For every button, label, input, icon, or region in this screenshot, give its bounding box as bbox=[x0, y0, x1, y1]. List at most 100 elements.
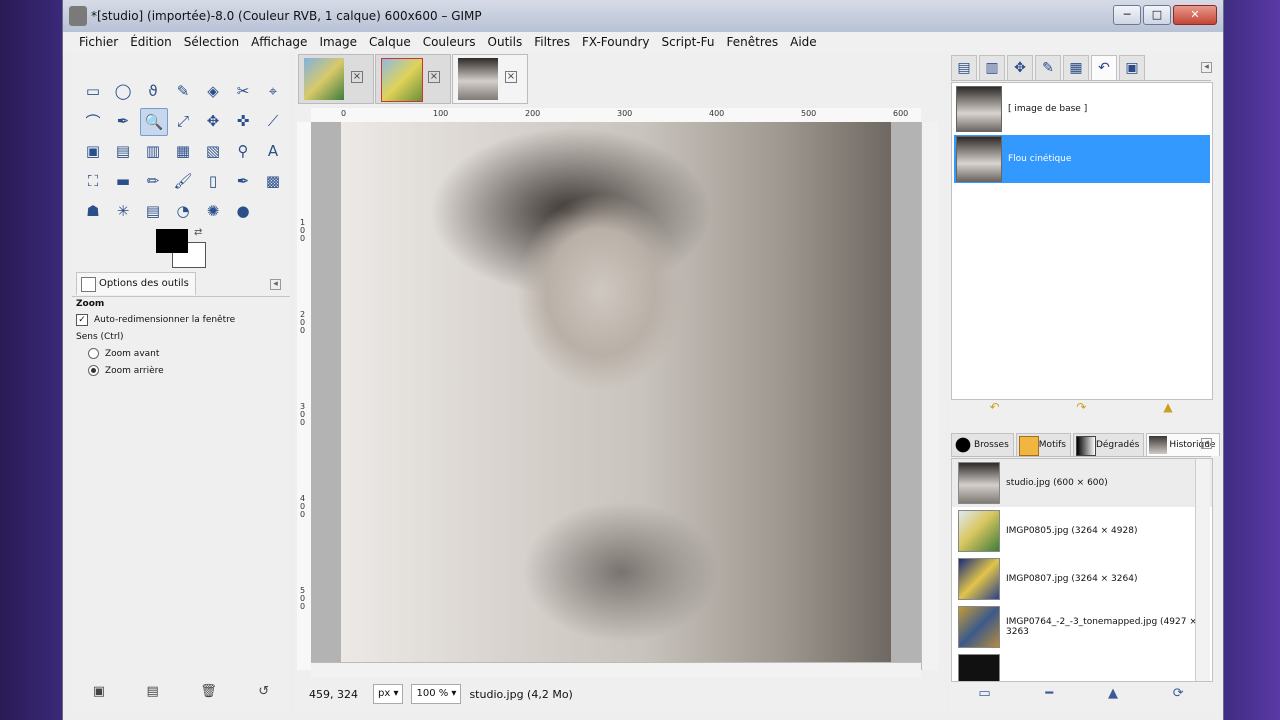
clear-history-icon[interactable]: ▲ bbox=[1163, 400, 1172, 418]
horizontal-ruler[interactable]: 0 100 200 300 400 500 600 bbox=[311, 108, 921, 123]
menu-image[interactable]: Image bbox=[313, 32, 363, 52]
close-tab-icon[interactable]: × bbox=[351, 71, 363, 83]
tab-channels-icon[interactable]: ▥ bbox=[979, 55, 1005, 80]
remove-entry-icon[interactable]: ━ bbox=[1045, 686, 1053, 701]
clear-entries-icon[interactable]: ▲ bbox=[1108, 686, 1118, 701]
horizontal-scrollbar[interactable] bbox=[311, 662, 921, 677]
tool-button[interactable]: 🔍 bbox=[140, 108, 168, 136]
image-tab-3[interactable]: × bbox=[452, 54, 528, 104]
menu-filtres[interactable]: Filtres bbox=[528, 32, 576, 52]
tool-button[interactable]: ✒ bbox=[110, 108, 136, 134]
maximize-button[interactable]: □ bbox=[1143, 5, 1171, 25]
tool-button[interactable]: ▤ bbox=[110, 138, 136, 164]
refresh-previews-icon[interactable]: ⟳ bbox=[1173, 686, 1184, 701]
tool-button[interactable]: ▧ bbox=[200, 138, 226, 164]
menu-affichage[interactable]: Affichage bbox=[245, 32, 313, 52]
zoom-in-radio[interactable] bbox=[88, 348, 99, 359]
tool-button[interactable]: ▭ bbox=[80, 78, 106, 104]
zoom-in-row[interactable]: Zoom avant bbox=[76, 348, 235, 359]
resources-menu-icon[interactable]: ◂ bbox=[1201, 438, 1212, 449]
history-file-item[interactable]: studio.jpg (600 × 600) bbox=[952, 459, 1212, 507]
tool-button[interactable]: ◔ bbox=[170, 198, 196, 224]
history-file-item[interactable]: IMGP0807.jpg (3264 × 3264) bbox=[952, 555, 1212, 603]
menu-outils[interactable]: Outils bbox=[482, 32, 529, 52]
history-file-item[interactable]: IMGP0805.jpg (3264 × 4928) bbox=[952, 507, 1212, 555]
tool-button[interactable]: 🖌 bbox=[170, 168, 196, 194]
tool-button[interactable]: ▣ bbox=[80, 138, 106, 164]
tool-options-menu-icon[interactable]: ◂ bbox=[270, 279, 281, 290]
tab-layers-icon[interactable]: ▤ bbox=[951, 55, 977, 80]
auto-resize-checkbox[interactable]: ✓ bbox=[76, 314, 88, 326]
tab-brushes-icon[interactable]: ✎ bbox=[1035, 55, 1061, 80]
image-canvas[interactable] bbox=[311, 122, 921, 670]
tool-button[interactable]: ✎ bbox=[170, 78, 196, 104]
tab-image-icon[interactable]: ▣ bbox=[1119, 55, 1145, 80]
tool-button[interactable]: ✺ bbox=[200, 198, 226, 224]
tab-motifs[interactable]: Motifs bbox=[1015, 433, 1071, 456]
tool-button[interactable]: ▯ bbox=[200, 168, 226, 194]
restore-options-icon[interactable]: ▤ bbox=[147, 684, 159, 699]
menu-script-fu[interactable]: Script-Fu bbox=[656, 32, 721, 52]
tool-button[interactable]: ✒ bbox=[230, 168, 256, 194]
tool-button[interactable]: A bbox=[260, 138, 286, 164]
tool-button[interactable]: ▦ bbox=[170, 138, 196, 164]
tab-tool-options[interactable]: Options des outils bbox=[76, 272, 196, 295]
foreground-color-swatch[interactable] bbox=[156, 229, 188, 253]
menu-fichier[interactable]: Fichier bbox=[73, 32, 124, 52]
menu-aide[interactable]: Aide bbox=[784, 32, 823, 52]
tab-histogram-icon[interactable]: ▦ bbox=[1063, 55, 1089, 80]
tool-button[interactable]: ⤢ bbox=[170, 108, 196, 134]
tool-button[interactable]: ▩ bbox=[260, 168, 286, 194]
tool-button[interactable]: ⚲ bbox=[230, 138, 256, 164]
redo-icon[interactable]: ↷ bbox=[1076, 400, 1086, 418]
tool-button[interactable]: ▬ bbox=[110, 168, 136, 194]
history-file-item[interactable]: IMGP0764_-2_-3_tonemapped.jpg (4927 × 32… bbox=[952, 603, 1212, 651]
tool-button[interactable]: ⟋ bbox=[260, 108, 286, 134]
tool-button[interactable]: ✜ bbox=[230, 108, 256, 134]
menu-fenetres[interactable]: Fenêtres bbox=[721, 32, 785, 52]
tool-button[interactable]: ◯ bbox=[110, 78, 136, 104]
tool-button[interactable]: ▥ bbox=[140, 138, 166, 164]
tab-paths-icon[interactable]: ✥ bbox=[1007, 55, 1033, 80]
tab-brosses[interactable]: Brosses bbox=[951, 433, 1014, 456]
tool-button[interactable]: ◈ bbox=[200, 78, 226, 104]
minimize-button[interactable]: ─ bbox=[1113, 5, 1141, 25]
tab-undo-history-icon[interactable]: ↶ bbox=[1091, 55, 1117, 80]
menu-fx-foundry[interactable]: FX-Foundry bbox=[576, 32, 656, 52]
menu-edition[interactable]: Édition bbox=[124, 32, 178, 52]
tool-button[interactable]: ✥ bbox=[200, 108, 226, 134]
save-options-icon[interactable]: ▣ bbox=[93, 684, 105, 699]
open-image-icon[interactable]: ▭ bbox=[978, 686, 990, 701]
history-scrollbar[interactable] bbox=[1195, 459, 1210, 681]
zoom-out-row[interactable]: Zoom arrière bbox=[76, 365, 235, 376]
dock-menu-icon[interactable]: ◂ bbox=[1201, 62, 1212, 73]
tool-button[interactable]: ✂ bbox=[230, 78, 256, 104]
menu-selection[interactable]: Sélection bbox=[178, 32, 245, 52]
unit-select[interactable]: px ▾ bbox=[373, 684, 404, 704]
image-tab-2[interactable]: × bbox=[375, 54, 451, 104]
undo-icon[interactable]: ↶ bbox=[989, 400, 999, 418]
tool-button[interactable]: ✏ bbox=[140, 168, 166, 194]
tab-degrades[interactable]: Dégradés bbox=[1072, 433, 1145, 456]
swap-colors-icon[interactable]: ⇄ bbox=[194, 227, 202, 238]
title-bar[interactable]: *[studio] (importée)-8.0 (Couleur RVB, 1… bbox=[63, 0, 1223, 33]
tool-button[interactable]: ϑ bbox=[140, 78, 166, 104]
auto-resize-row[interactable]: ✓ Auto-redimensionner la fenêtre bbox=[76, 314, 235, 326]
image-tab-1[interactable]: × bbox=[298, 54, 374, 104]
vertical-scrollbar[interactable] bbox=[921, 122, 938, 670]
menu-calque[interactable]: Calque bbox=[363, 32, 417, 52]
zoom-select[interactable]: 100 % ▾ bbox=[411, 684, 462, 704]
tool-button[interactable]: ☗ bbox=[80, 198, 106, 224]
delete-options-icon[interactable]: 🗑 bbox=[200, 684, 217, 699]
history-item-motion-blur[interactable]: Flou cinétique bbox=[954, 135, 1210, 183]
tool-button[interactable]: ⌖ bbox=[260, 78, 286, 104]
tool-button[interactable]: ✳ bbox=[110, 198, 136, 224]
close-tab-icon[interactable]: × bbox=[428, 71, 440, 83]
reset-options-icon[interactable]: ↺ bbox=[258, 684, 269, 699]
vertical-ruler[interactable]: 1 0 0 2 0 0 3 0 0 4 0 0 5 0 0 bbox=[297, 122, 312, 670]
menu-couleurs[interactable]: Couleurs bbox=[417, 32, 482, 52]
tool-button[interactable]: ⛶ bbox=[80, 168, 106, 194]
zoom-out-radio[interactable] bbox=[88, 365, 99, 376]
tool-button[interactable]: ● bbox=[230, 198, 256, 224]
close-tab-icon[interactable]: × bbox=[505, 71, 517, 83]
